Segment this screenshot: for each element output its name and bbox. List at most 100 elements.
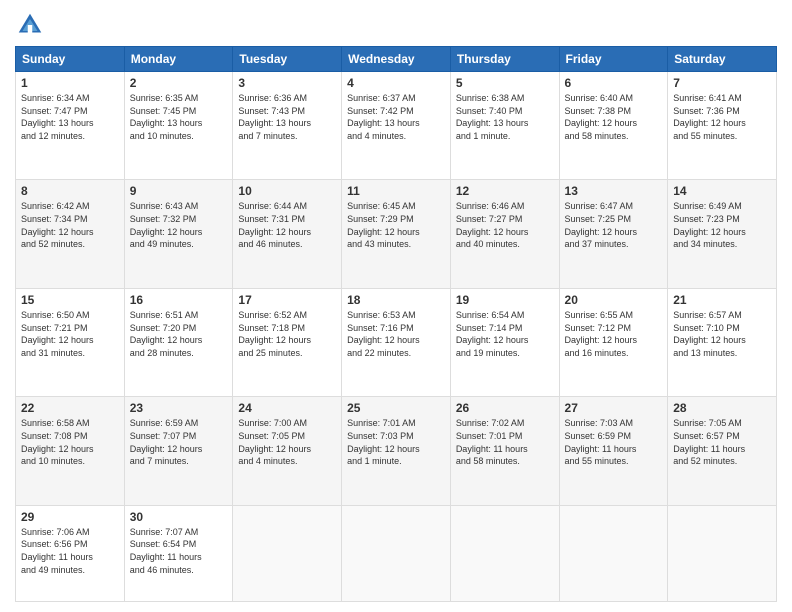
day-info: Sunrise: 6:50 AM Sunset: 7:21 PM Dayligh… [21, 309, 119, 359]
calendar-cell: 18 Sunrise: 6:53 AM Sunset: 7:16 PM Dayli… [342, 288, 451, 396]
calendar-cell: 20 Sunrise: 6:55 AM Sunset: 7:12 PM Dayli… [559, 288, 668, 396]
day-info: Sunrise: 7:06 AM Sunset: 6:56 PM Dayligh… [21, 526, 119, 576]
day-number: 2 [130, 76, 228, 90]
day-info: Sunrise: 6:44 AM Sunset: 7:31 PM Dayligh… [238, 200, 336, 250]
day-number: 11 [347, 184, 445, 198]
week-row-3: 15 Sunrise: 6:50 AM Sunset: 7:21 PM Dayli… [16, 288, 777, 396]
calendar-cell: 4 Sunrise: 6:37 AM Sunset: 7:42 PM Daylig… [342, 72, 451, 180]
day-number: 23 [130, 401, 228, 415]
day-info: Sunrise: 6:45 AM Sunset: 7:29 PM Dayligh… [347, 200, 445, 250]
calendar-cell: 12Sunrise: 6:46 AM Sunset: 7:27 PM Dayli… [450, 180, 559, 288]
page: SundayMondayTuesdayWednesdayThursdayFrid… [0, 0, 792, 612]
day-number: 9 [130, 184, 228, 198]
calendar-cell: 10 Sunrise: 6:44 AM Sunset: 7:31 PM Dayli… [233, 180, 342, 288]
day-info: Sunrise: 6:59 AM Sunset: 7:07 PM Dayligh… [130, 417, 228, 467]
day-number: 17 [238, 293, 336, 307]
day-number: 5 [456, 76, 554, 90]
day-info: Sunrise: 7:02 AM Sunset: 7:01 PM Dayligh… [456, 417, 554, 467]
calendar-cell: 8 Sunrise: 6:42 AM Sunset: 7:34 PM Daylig… [16, 180, 125, 288]
day-info: Sunrise: 6:57 AM Sunset: 7:10 PM Dayligh… [673, 309, 771, 359]
day-number: 29 [21, 510, 119, 524]
day-info: Sunrise: 6:41 AM Sunset: 7:36 PM Dayligh… [673, 92, 771, 142]
day-info: Sunrise: 6:55 AM Sunset: 7:12 PM Dayligh… [565, 309, 663, 359]
week-row-4: 22Sunrise: 6:58 AM Sunset: 7:08 PM Dayli… [16, 397, 777, 505]
week-row-5: 29 Sunrise: 7:06 AM Sunset: 6:56 PM Dayli… [16, 505, 777, 601]
calendar-cell: 30 Sunrise: 7:07 AM Sunset: 6:54 PM Dayli… [124, 505, 233, 601]
calendar-cell: 5 Sunrise: 6:38 AM Sunset: 7:40 PM Daylig… [450, 72, 559, 180]
day-number: 8 [21, 184, 119, 198]
weekday-header-row: SundayMondayTuesdayWednesdayThursdayFrid… [16, 47, 777, 72]
day-number: 20 [565, 293, 663, 307]
weekday-header-tuesday: Tuesday [233, 47, 342, 72]
calendar-cell [559, 505, 668, 601]
weekday-header-wednesday: Wednesday [342, 47, 451, 72]
day-number: 12 [456, 184, 554, 198]
logo-icon [15, 10, 45, 40]
calendar-table: SundayMondayTuesdayWednesdayThursdayFrid… [15, 46, 777, 602]
logo [15, 10, 49, 40]
weekday-header-monday: Monday [124, 47, 233, 72]
day-number: 19 [456, 293, 554, 307]
day-info: Sunrise: 6:54 AM Sunset: 7:14 PM Dayligh… [456, 309, 554, 359]
day-info: Sunrise: 6:53 AM Sunset: 7:16 PM Dayligh… [347, 309, 445, 359]
day-number: 1 [21, 76, 119, 90]
day-number: 21 [673, 293, 771, 307]
calendar-cell: 11 Sunrise: 6:45 AM Sunset: 7:29 PM Dayli… [342, 180, 451, 288]
calendar-cell: 28 Sunrise: 7:05 AM Sunset: 6:57 PM Dayli… [668, 397, 777, 505]
day-number: 27 [565, 401, 663, 415]
calendar-cell: 1 Sunrise: 6:34 AM Sunset: 7:47 PM Daylig… [16, 72, 125, 180]
day-info: Sunrise: 7:01 AM Sunset: 7:03 PM Dayligh… [347, 417, 445, 467]
calendar-cell [342, 505, 451, 601]
day-number: 18 [347, 293, 445, 307]
day-info: Sunrise: 6:37 AM Sunset: 7:42 PM Dayligh… [347, 92, 445, 142]
day-info: Sunrise: 7:00 AM Sunset: 7:05 PM Dayligh… [238, 417, 336, 467]
day-info: Sunrise: 6:51 AM Sunset: 7:20 PM Dayligh… [130, 309, 228, 359]
day-number: 22 [21, 401, 119, 415]
day-info: Sunrise: 6:36 AM Sunset: 7:43 PM Dayligh… [238, 92, 336, 142]
day-info: Sunrise: 6:42 AM Sunset: 7:34 PM Dayligh… [21, 200, 119, 250]
day-number: 30 [130, 510, 228, 524]
calendar-cell: 16Sunrise: 6:51 AM Sunset: 7:20 PM Dayli… [124, 288, 233, 396]
calendar-cell: 6 Sunrise: 6:40 AM Sunset: 7:38 PM Daylig… [559, 72, 668, 180]
day-number: 4 [347, 76, 445, 90]
calendar-cell: 25 Sunrise: 7:01 AM Sunset: 7:03 PM Dayli… [342, 397, 451, 505]
calendar-cell [668, 505, 777, 601]
calendar-cell: 23 Sunrise: 6:59 AM Sunset: 7:07 PM Dayli… [124, 397, 233, 505]
day-info: Sunrise: 6:52 AM Sunset: 7:18 PM Dayligh… [238, 309, 336, 359]
day-info: Sunrise: 7:03 AM Sunset: 6:59 PM Dayligh… [565, 417, 663, 467]
calendar-cell: 29 Sunrise: 7:06 AM Sunset: 6:56 PM Dayli… [16, 505, 125, 601]
calendar-cell: 15 Sunrise: 6:50 AM Sunset: 7:21 PM Dayli… [16, 288, 125, 396]
day-number: 15 [21, 293, 119, 307]
calendar-cell: 9 Sunrise: 6:43 AM Sunset: 7:32 PM Daylig… [124, 180, 233, 288]
calendar-cell: 26 Sunrise: 7:02 AM Sunset: 7:01 PM Dayli… [450, 397, 559, 505]
day-info: Sunrise: 7:07 AM Sunset: 6:54 PM Dayligh… [130, 526, 228, 576]
day-number: 26 [456, 401, 554, 415]
day-number: 10 [238, 184, 336, 198]
week-row-2: 8 Sunrise: 6:42 AM Sunset: 7:34 PM Daylig… [16, 180, 777, 288]
day-info: Sunrise: 6:35 AM Sunset: 7:45 PM Dayligh… [130, 92, 228, 142]
day-info: Sunrise: 6:38 AM Sunset: 7:40 PM Dayligh… [456, 92, 554, 142]
day-number: 28 [673, 401, 771, 415]
day-number: 25 [347, 401, 445, 415]
day-number: 14 [673, 184, 771, 198]
week-row-1: 1 Sunrise: 6:34 AM Sunset: 7:47 PM Daylig… [16, 72, 777, 180]
day-info: Sunrise: 7:05 AM Sunset: 6:57 PM Dayligh… [673, 417, 771, 467]
calendar-cell: 21 Sunrise: 6:57 AM Sunset: 7:10 PM Dayli… [668, 288, 777, 396]
day-number: 6 [565, 76, 663, 90]
calendar-cell: 22Sunrise: 6:58 AM Sunset: 7:08 PM Dayli… [16, 397, 125, 505]
calendar-cell: 7 Sunrise: 6:41 AM Sunset: 7:36 PM Daylig… [668, 72, 777, 180]
day-info: Sunrise: 6:43 AM Sunset: 7:32 PM Dayligh… [130, 200, 228, 250]
calendar-cell: 3Sunrise: 6:36 AM Sunset: 7:43 PM Daylig… [233, 72, 342, 180]
header [15, 10, 777, 40]
calendar-cell: 2 Sunrise: 6:35 AM Sunset: 7:45 PM Daylig… [124, 72, 233, 180]
day-info: Sunrise: 6:34 AM Sunset: 7:47 PM Dayligh… [21, 92, 119, 142]
weekday-header-sunday: Sunday [16, 47, 125, 72]
weekday-header-thursday: Thursday [450, 47, 559, 72]
weekday-header-friday: Friday [559, 47, 668, 72]
calendar-cell [450, 505, 559, 601]
day-number: 7 [673, 76, 771, 90]
day-info: Sunrise: 6:49 AM Sunset: 7:23 PM Dayligh… [673, 200, 771, 250]
day-number: 24 [238, 401, 336, 415]
day-info: Sunrise: 6:40 AM Sunset: 7:38 PM Dayligh… [565, 92, 663, 142]
weekday-header-saturday: Saturday [668, 47, 777, 72]
